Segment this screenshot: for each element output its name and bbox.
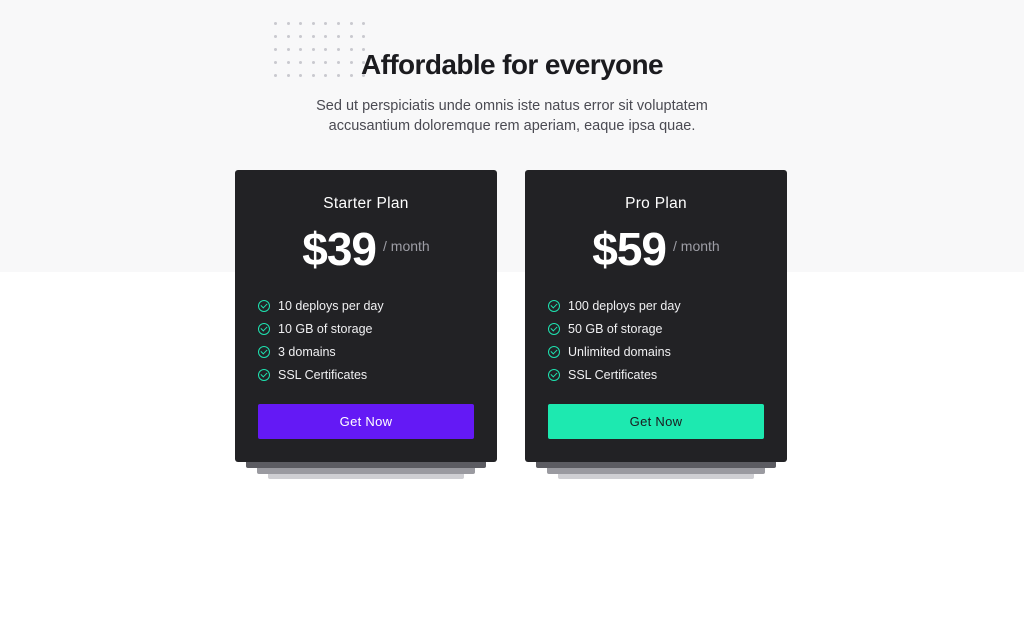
feature-item: 10 deploys per day [258,294,384,317]
page-title: Affordable for everyone [360,49,664,80]
feature-list: 10 deploys per day 10 GB of storage 3 do… [258,294,384,386]
check-circle-icon [548,368,560,381]
feature-label: 50 GB of storage [568,321,663,336]
plan-name: Starter Plan [323,195,409,212]
dot [362,22,366,25]
plan-name: Pro Plan [625,195,687,212]
pricing-card-pro: Pro Plan $59 / month 100 deploys per day… [525,170,787,480]
page-subtitle: Sed ut perspiciatis unde omnis iste natu… [262,96,762,136]
feature-label: 10 deploys per day [278,298,384,313]
feature-item: Unlimited domains [548,340,681,363]
feature-label: 3 domains [278,344,336,359]
check-circle-icon [258,299,270,312]
plan-price: $59 [592,223,667,275]
check-circle-icon [548,322,560,335]
card-body: Starter Plan $39 / month 10 deploys per … [235,170,497,462]
check-circle-icon [258,322,270,335]
dot [349,35,353,38]
feature-item: SSL Certificates [548,363,681,386]
dot [336,22,340,25]
dot [311,22,315,25]
hero-background [0,0,1024,272]
price-period: / month [673,238,720,254]
dot [349,22,353,25]
get-now-button[interactable]: Get Now [258,404,474,439]
dot [274,35,277,38]
feature-list: 100 deploys per day 50 GB of storage Unl… [548,294,681,386]
dot [286,35,290,38]
feature-label: SSL Certificates [278,367,368,382]
dot [299,35,303,38]
feature-label: SSL Certificates [568,367,658,382]
subtitle-line-2: accusantium doloremque rem aperiam, eaqu… [328,118,696,134]
dot [324,35,328,38]
feature-item: SSL Certificates [258,363,384,386]
pricing-card-starter: Starter Plan $39 / month 10 deploys per … [235,170,497,480]
price-row: $39 / month [235,222,497,276]
dot [362,35,366,38]
dot [311,35,315,38]
feature-item: 3 domains [258,340,384,363]
feature-item: 100 deploys per day [548,294,681,317]
price-row: $59 / month [525,222,787,276]
feature-item: 50 GB of storage [548,317,681,340]
feature-label: 100 deploys per day [568,298,681,313]
plan-price: $39 [302,223,377,275]
check-circle-icon [258,345,270,358]
dot [299,22,303,25]
subtitle-line-1: Sed ut perspiciatis unde omnis iste natu… [316,98,708,114]
dot [286,22,290,25]
feature-item: 10 GB of storage [258,317,384,340]
feature-label: Unlimited domains [568,344,671,359]
check-circle-icon [548,345,560,358]
dot [274,22,277,25]
check-circle-icon [548,299,560,312]
check-circle-icon [258,368,270,381]
feature-label: 10 GB of storage [278,321,373,336]
dot [336,35,340,38]
get-now-button[interactable]: Get Now [548,404,764,439]
card-body: Pro Plan $59 / month 100 deploys per day… [525,170,787,462]
price-period: / month [383,238,430,254]
dot [324,22,328,25]
